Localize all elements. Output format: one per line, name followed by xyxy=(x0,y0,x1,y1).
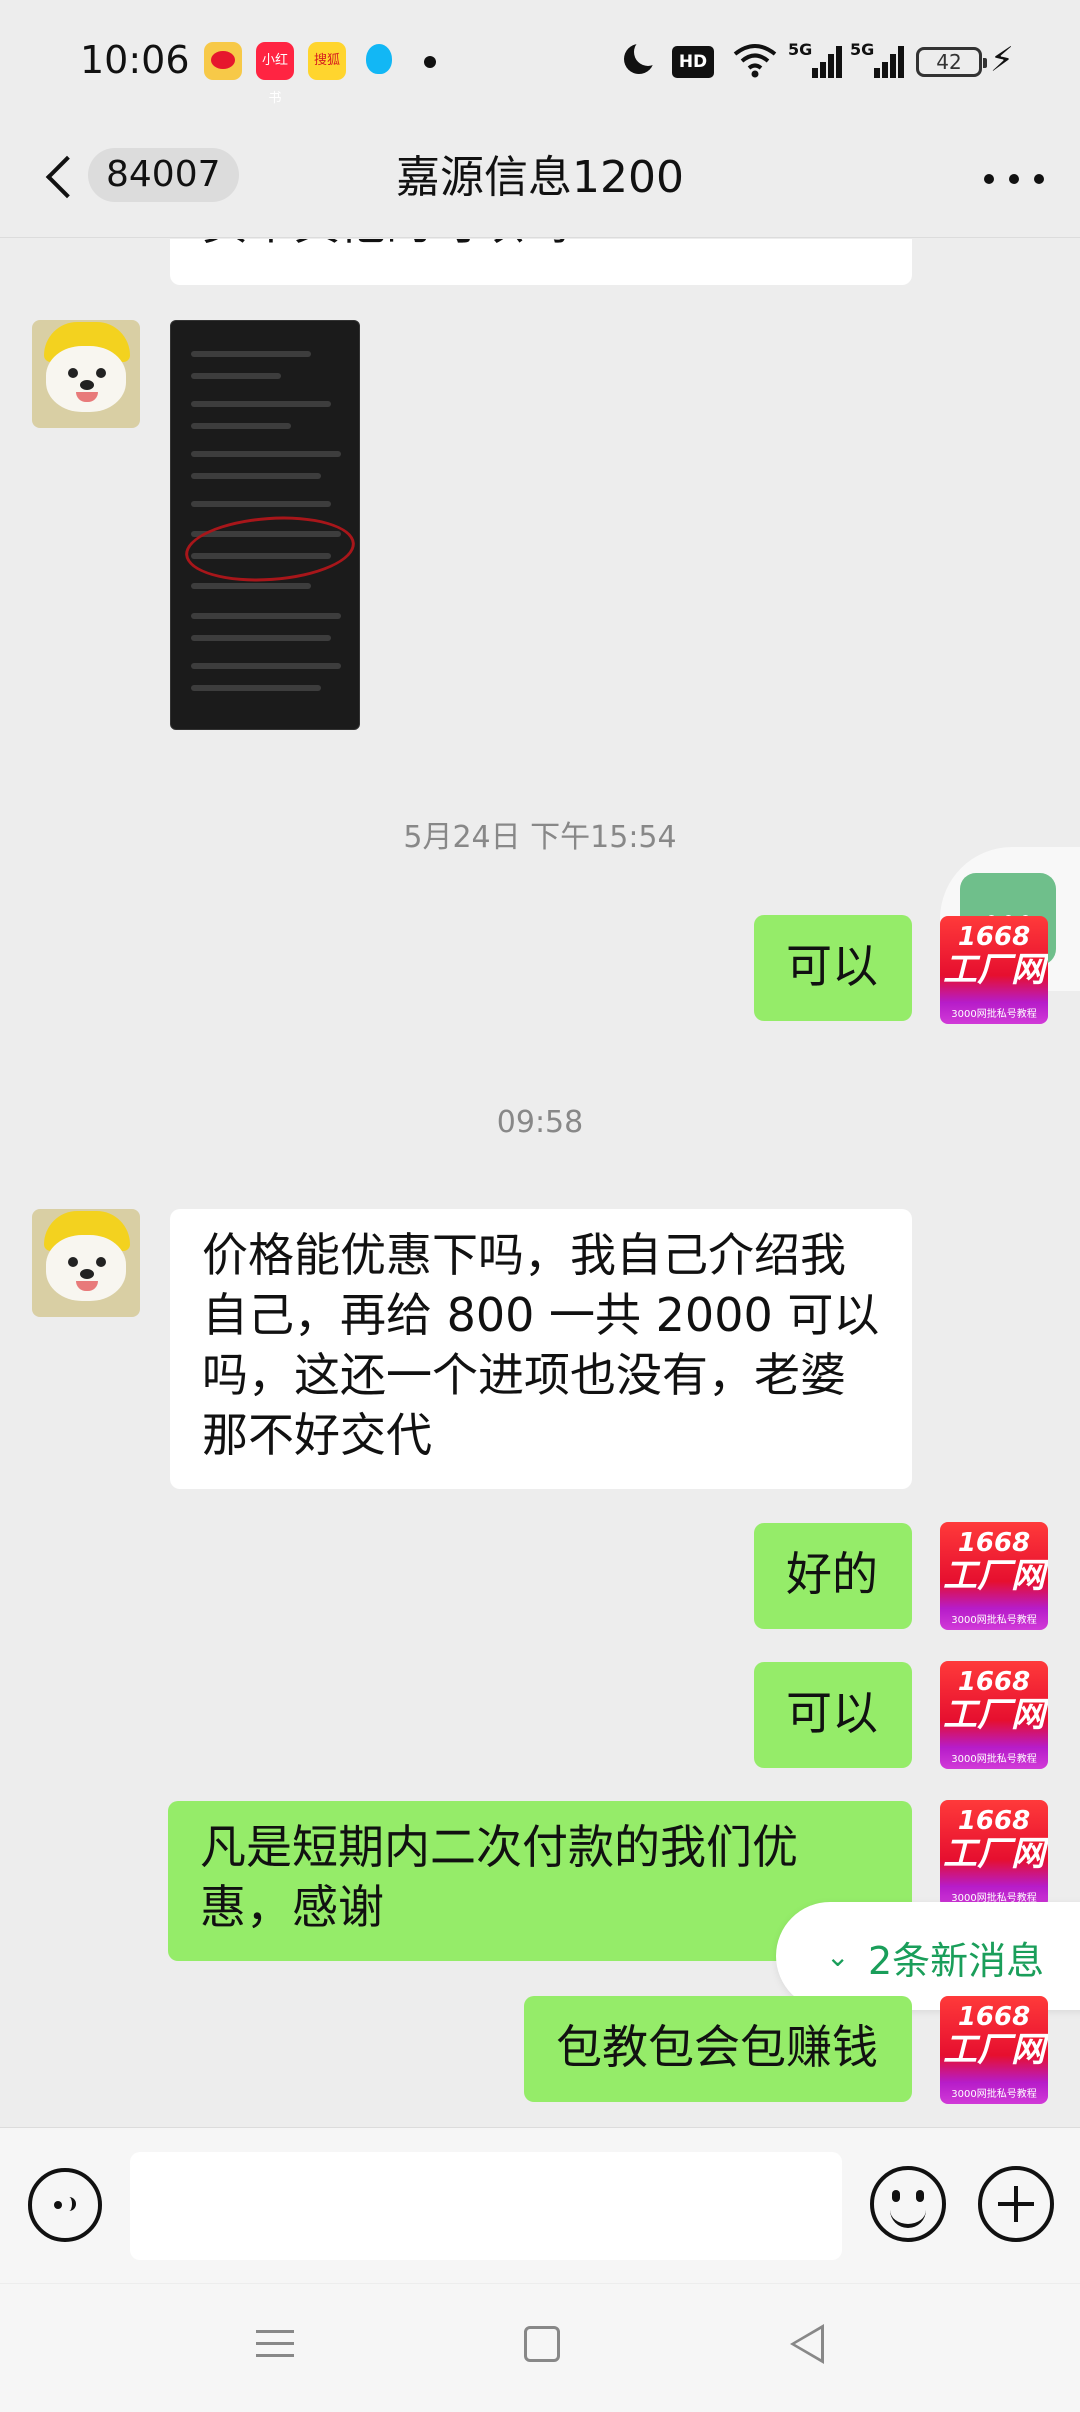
contact-avatar[interactable] xyxy=(32,1209,140,1317)
back-nav-button[interactable] xyxy=(790,2324,824,2364)
status-bar: 10:06 小红书 搜狐 HD 5G 5G 42 ⚡ xyxy=(0,0,1080,120)
xiaohongshu-icon: 小红书 xyxy=(256,42,294,106)
annotation-circle xyxy=(182,511,358,587)
home-button[interactable] xyxy=(524,2326,560,2362)
weibo-icon xyxy=(204,42,242,80)
more-options-button[interactable] xyxy=(984,164,1044,194)
chat-title: 嘉源信息1200 xyxy=(396,152,684,203)
message-list[interactable]: 买个其他的可以吗 5月24日 下午15:54 可以 1668工厂网3000网批私… xyxy=(0,239,1080,2127)
message-timestamp: 5月24日 下午15:54 xyxy=(403,820,677,855)
chat-header: 84007 嘉源信息1200 xyxy=(0,120,1080,238)
hd-voice-icon: HD xyxy=(672,46,714,78)
emoji-button[interactable] xyxy=(870,2166,946,2242)
sohu-icon: 搜狐 xyxy=(308,42,346,80)
new-messages-button[interactable]: ⌄ 2条新消息 xyxy=(776,1902,1080,2010)
self-avatar[interactable]: 1668 工厂网 3000网批私号教程 xyxy=(940,1996,1048,2104)
message-bubble-outgoing[interactable]: 包教包会包赚钱 xyxy=(524,1996,912,2102)
contact-avatar[interactable] xyxy=(32,320,140,428)
wifi-icon xyxy=(732,40,778,80)
double-chevron-down-icon: ⌄ xyxy=(826,1940,850,1973)
charging-icon: ⚡ xyxy=(990,40,1014,80)
self-avatar[interactable]: 1668 工厂网 3000网批私号教程 xyxy=(940,1661,1048,1769)
image-message[interactable] xyxy=(170,320,360,730)
cellular-signal-icon: 5G xyxy=(788,40,842,80)
unread-count-badge[interactable]: 84007 xyxy=(88,148,239,202)
self-avatar[interactable]: 1668 工厂网 3000网批私号教程 xyxy=(940,1522,1048,1630)
message-bubble-outgoing[interactable]: 可以 xyxy=(754,1662,912,1768)
voice-input-button[interactable] xyxy=(28,2168,102,2242)
battery-icon: 42 xyxy=(916,47,987,77)
self-avatar[interactable]: 1668 工厂网 3000网批私号教程 xyxy=(940,916,1048,1024)
do-not-disturb-icon xyxy=(620,38,662,80)
message-bubble-outgoing[interactable]: 可以 xyxy=(754,915,912,1021)
message-input-bar xyxy=(0,2127,1080,2283)
qq-icon xyxy=(360,42,398,80)
dot-icon xyxy=(984,174,994,184)
cellular-signal-icon: 5G xyxy=(850,40,904,80)
message-bubble-incoming[interactable]: 价格能优惠下吗，我自己介绍我自己，再给 800 一共 2000 可以吗，这还一个… xyxy=(170,1209,912,1489)
more-functions-button[interactable] xyxy=(978,2166,1054,2242)
recent-apps-button[interactable] xyxy=(256,2328,294,2360)
message-bubble-outgoing[interactable]: 好的 xyxy=(754,1523,912,1629)
dot-icon xyxy=(1009,174,1019,184)
more-notifications-dot xyxy=(424,56,436,68)
self-avatar[interactable]: 1668 工厂网 3000网批私号教程 xyxy=(940,1800,1048,1908)
message-input[interactable] xyxy=(130,2152,842,2260)
message-timestamp: 09:58 xyxy=(496,1105,584,1140)
dot-icon xyxy=(1034,174,1044,184)
back-button[interactable] xyxy=(36,150,84,210)
status-time: 10:06 xyxy=(80,38,190,82)
system-nav-bar xyxy=(0,2284,1080,2412)
message-bubble-incoming[interactable]: 买个其他的可以吗 xyxy=(170,239,912,285)
